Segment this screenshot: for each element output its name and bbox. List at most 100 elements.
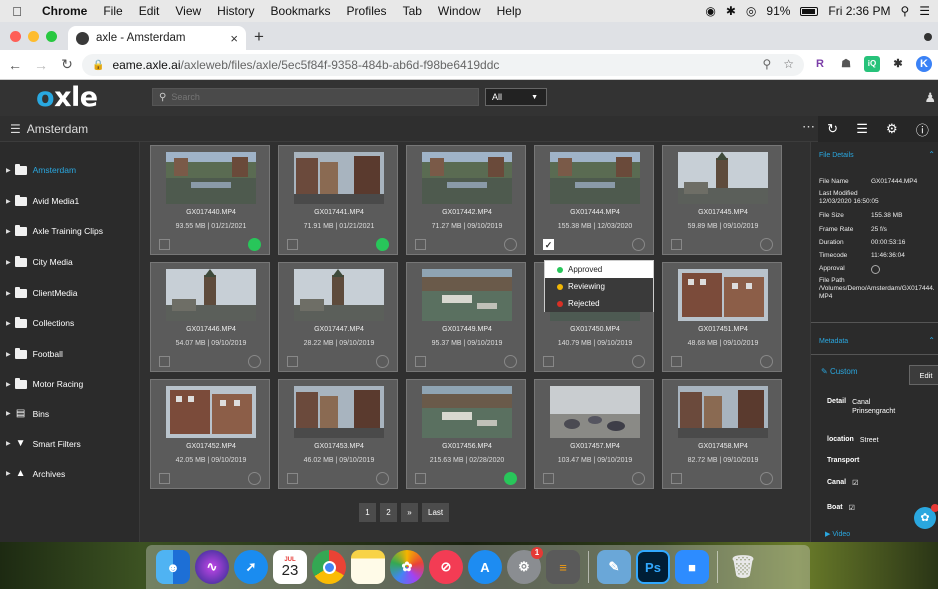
tab-search-icon[interactable] [924, 33, 932, 41]
approval-status-icon[interactable] [376, 238, 389, 251]
select-checkbox[interactable] [415, 473, 426, 484]
reload-icon[interactable]: ↻ [56, 56, 78, 73]
browser-tab[interactable]: axle - Amsterdam × [68, 26, 246, 50]
bluetooth-icon[interactable]: ✱ [726, 4, 736, 18]
approval-status-icon[interactable] [760, 355, 773, 368]
finder-icon[interactable]: ☻ [156, 550, 190, 584]
video-metadata-tab[interactable]: ▶ Video [825, 530, 850, 538]
file-card[interactable]: GX017452.MP4 42.05 MB | 09/10/2019 [150, 379, 270, 489]
checkbox-icon[interactable]: ☑ [849, 504, 855, 513]
wifi-icon[interactable]: ◎ [746, 4, 756, 18]
address-bar[interactable]: 🔒 eame.axle.ai/axleweb/files/axle/5ec5f8… [82, 54, 804, 76]
video-thumbnail[interactable] [294, 386, 384, 438]
approval-status-icon[interactable] [376, 472, 389, 485]
select-checkbox[interactable] [287, 473, 298, 484]
sidebar-item-collections[interactable]: ▶ Collections [6, 316, 74, 328]
select-checkbox[interactable] [543, 473, 554, 484]
calendar-icon[interactable]: JUL 23 [273, 550, 307, 584]
video-thumbnail[interactable] [550, 386, 640, 438]
refresh-icon[interactable]: ↻ [827, 121, 838, 137]
battery-percent[interactable]: 91% [766, 4, 790, 18]
menu-edit[interactable]: Edit [131, 4, 168, 18]
select-checkbox[interactable] [415, 239, 426, 250]
chat-support-button[interactable]: ✿ [914, 504, 938, 529]
approval-status-icon[interactable] [632, 238, 645, 251]
select-checkbox[interactable] [671, 239, 682, 250]
file-card[interactable]: GX017447.MP4 28.22 MB | 09/10/2019 [278, 262, 398, 372]
file-details-header[interactable]: File Details ⌃ [811, 142, 938, 172]
file-card[interactable]: GX017441.MP4 71.91 MB | 01/21/2021 [278, 145, 398, 255]
file-card[interactable]: GX017458.MP4 82.72 MB | 09/10/2019 [662, 379, 782, 489]
hamburger-icon[interactable]: ☰ [10, 122, 21, 136]
next-page-button[interactable]: » [401, 503, 418, 522]
search-box[interactable]: ⚲ [152, 88, 479, 106]
select-checkbox[interactable] [671, 356, 682, 367]
video-thumbnail[interactable] [294, 269, 384, 321]
expand-arrow-icon[interactable]: ▶ [6, 198, 11, 205]
video-thumbnail[interactable] [294, 152, 384, 204]
select-checkbox[interactable]: ✓ [543, 239, 554, 250]
video-thumbnail[interactable] [678, 269, 768, 321]
menu-tab[interactable]: Tab [395, 4, 430, 18]
zoom-window-button[interactable] [46, 31, 57, 42]
collapse-chevron-icon[interactable]: ⌃ [928, 336, 935, 345]
file-card[interactable]: GX017449.MP4 95.37 MB | 09/10/2019 [406, 262, 526, 372]
approval-status-icon[interactable] [504, 238, 517, 251]
expand-arrow-icon[interactable]: ▶ [6, 440, 11, 447]
sidebar-item-bins[interactable]: ▶ ▤ Bins [6, 408, 49, 419]
sidebar-item-avid-media1[interactable]: ▶ Avid Media1 [6, 194, 79, 206]
approval-status-icon[interactable] [504, 355, 517, 368]
spotlight-icon[interactable]: ⚲ [900, 4, 909, 18]
chrome-icon[interactable] [312, 550, 346, 584]
creative-cloud-icon[interactable]: ◉ [705, 4, 715, 18]
file-card[interactable]: GX017457.MP4 103.47 MB | 09/10/2019 [534, 379, 654, 489]
menu-profiles[interactable]: Profiles [339, 4, 395, 18]
expand-arrow-icon[interactable]: ▶ [6, 259, 11, 266]
zoom-icon[interactable]: ■ [675, 550, 709, 584]
siri-icon[interactable]: ∿ [195, 550, 229, 584]
tab-close-icon[interactable]: × [230, 31, 238, 46]
system-preferences-icon[interactable]: ⚙ 1 [507, 547, 543, 584]
expand-arrow-icon[interactable]: ▶ [6, 351, 11, 358]
checkbox-icon[interactable]: ☑ [852, 479, 858, 488]
menu-help[interactable]: Help [489, 4, 530, 18]
collapse-chevron-icon[interactable]: ⌃ [928, 150, 935, 159]
file-card[interactable]: GX017456.MP4 215.63 MB | 02/28/2020 [406, 379, 526, 489]
select-checkbox[interactable] [543, 356, 554, 367]
video-thumbnail[interactable] [422, 152, 512, 204]
forward-arrow-icon[interactable]: → [30, 57, 52, 73]
lock-icon[interactable]: 🔒 [92, 60, 104, 71]
menu-history[interactable]: History [209, 4, 262, 18]
approval-status-icon[interactable] [632, 355, 645, 368]
sidebar-item-motor-racing[interactable]: ▶ Motor Racing [6, 377, 83, 389]
close-window-button[interactable] [10, 31, 21, 42]
file-card[interactable]: GX017451.MP4 48.68 MB | 09/10/2019 [662, 262, 782, 372]
menu-app-name[interactable]: Chrome [34, 4, 95, 18]
expand-arrow-icon[interactable]: ▶ [6, 167, 11, 174]
list-view-icon[interactable]: ☰ [856, 121, 868, 137]
news-icon[interactable]: ⊘ [429, 550, 463, 584]
info-icon[interactable]: ⓘ [916, 120, 929, 139]
approval-status-icon[interactable] [760, 472, 773, 485]
sidebar-item-amsterdam[interactable]: ▶ Amsterdam [6, 163, 76, 175]
expand-arrow-icon[interactable]: ▶ [6, 290, 11, 297]
sidebar-item-city-media[interactable]: ▶ City Media [6, 255, 73, 267]
select-checkbox[interactable] [671, 473, 682, 484]
extension-r-icon[interactable]: R [812, 56, 828, 72]
approval-status-circle[interactable] [871, 265, 880, 274]
calculator-icon[interactable]: ≡ [546, 550, 580, 584]
select-checkbox[interactable] [159, 356, 170, 367]
approval-status-icon[interactable] [248, 238, 261, 251]
trash-icon[interactable]: 🗑 [726, 550, 760, 584]
sidebar-item-archives[interactable]: ▶ ▲ Archives [6, 468, 65, 479]
video-thumbnail[interactable] [166, 386, 256, 438]
custom-metadata-tab[interactable]: ✎ Custom [821, 367, 858, 376]
menu-view[interactable]: View [167, 4, 209, 18]
video-thumbnail[interactable] [166, 269, 256, 321]
axle-logo[interactable]: oxle [36, 82, 98, 113]
menubar-clock[interactable]: Fri 2:36 PM [828, 4, 890, 18]
profile-avatar-icon[interactable]: K [916, 56, 932, 72]
bookmark-star-icon[interactable]: ☆ [783, 57, 794, 71]
search-input[interactable] [171, 92, 452, 102]
minimize-window-button[interactable] [28, 31, 39, 42]
